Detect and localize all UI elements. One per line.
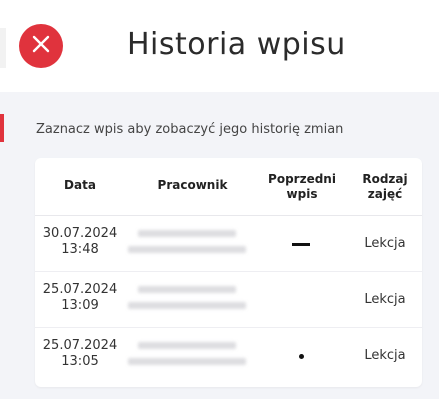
date-cell: 25.07.2024 13:05 [35,338,125,370]
time-value: 13:09 [61,298,99,313]
type-cell: Lekcja [364,236,406,251]
type-cell: Lekcja [364,348,406,363]
close-button[interactable] [19,24,63,68]
history-table: Data Pracownik Poprzedni wpis Rodzaj zaj… [35,158,422,387]
date-cell: 25.07.2024 13:09 [35,282,125,314]
date-cell: 30.07.2024 13:48 [35,226,125,258]
dot-icon [299,354,304,359]
column-header-date: Data [35,178,125,193]
date-value: 30.07.2024 [42,226,118,241]
redacted-employee-name [138,342,236,349]
column-header-label-line2: zajęć [367,187,403,201]
close-icon [32,35,50,57]
column-header-type: Rodzaj zajęć [353,172,417,202]
date-value: 25.07.2024 [42,282,118,297]
page-title: Historia wpisu [127,27,346,62]
selection-marker [0,114,4,142]
table-row[interactable]: 30.07.2024 13:48 Lekcja [35,216,422,272]
column-header-label: Poprzedni [268,172,336,186]
redacted-employee-name [128,246,246,253]
column-header-label: Data [64,178,96,192]
column-header-label-line2: wpis [286,187,318,201]
time-value: 13:05 [61,354,99,369]
table-row[interactable]: 25.07.2024 13:09 Lekcja [35,272,422,328]
time-value: 13:48 [61,242,99,257]
column-header-label: Pracownik [157,178,228,192]
redacted-employee-name [128,358,246,365]
background-peek [0,28,6,68]
instruction-text: Zaznacz wpis aby zobaczyć jego historię … [36,122,344,137]
modal-header: Historia wpisu [0,0,439,92]
column-header-employee: Pracownik [130,178,255,193]
type-cell: Lekcja [364,292,406,307]
table-row[interactable]: 25.07.2024 13:05 Lekcja [35,328,422,384]
column-header-previous: Poprzedni wpis [257,172,347,202]
redacted-employee-name [138,286,236,293]
redacted-employee-name [128,302,246,309]
column-header-label: Rodzaj [362,172,408,186]
date-value: 25.07.2024 [42,338,118,353]
dash-icon [292,243,310,246]
redacted-employee-name [138,230,236,237]
